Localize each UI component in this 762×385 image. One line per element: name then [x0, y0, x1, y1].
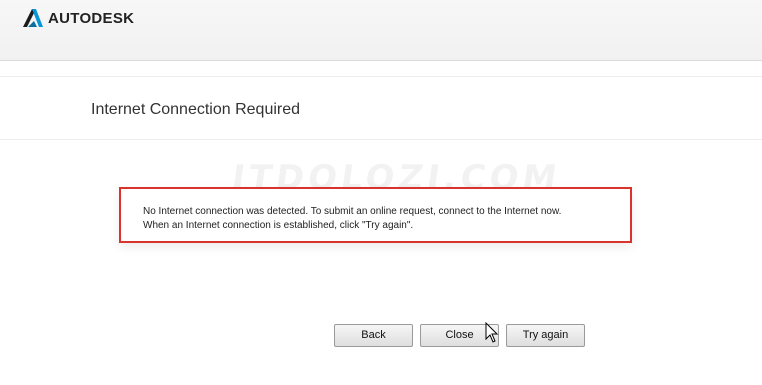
try-again-button[interactable]: Try again: [506, 324, 585, 347]
message-line-2: When an Internet connection is establish…: [143, 220, 414, 231]
header: AUTODESK: [0, 0, 762, 61]
message-box: No Internet connection was detected. To …: [119, 187, 632, 243]
mouse-pointer-icon: [485, 322, 499, 343]
message-line-1: No Internet connection was detected. To …: [143, 206, 562, 217]
autodesk-logo-icon: [23, 9, 43, 27]
brand-name: AUTODESK: [48, 9, 135, 27]
brand-logo: AUTODESK: [22, 8, 134, 28]
back-button[interactable]: Back: [334, 324, 413, 347]
page-title: Internet Connection Required: [91, 101, 301, 118]
page: AUTODESK Internet Connection Required IT…: [0, 0, 762, 385]
title-band: Internet Connection Required: [0, 76, 762, 140]
